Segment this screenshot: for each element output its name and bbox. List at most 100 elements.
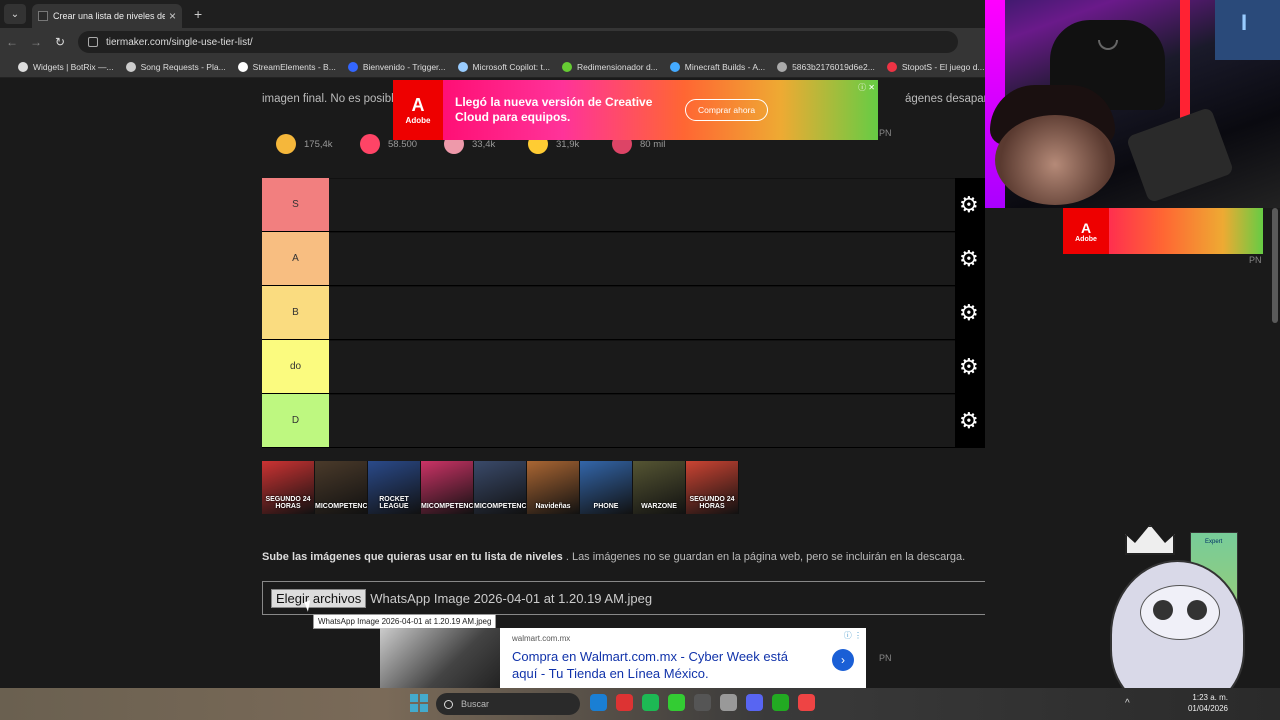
taskbar-app-icon[interactable] [616, 694, 633, 711]
tier-image-thumbnail[interactable]: SEGUNDO 24 HORAS [686, 461, 739, 514]
apps-grid-icon[interactable] [8, 60, 10, 74]
tab-search-button[interactable]: ⌄ [4, 4, 26, 24]
bookmark-favicon-icon [347, 61, 358, 72]
reaction-count: 31,9k [556, 138, 580, 150]
tier-dropzone[interactable] [329, 286, 955, 339]
thumbnail-caption: SEGUNDO 24 HORAS [265, 496, 311, 510]
gear-icon[interactable]: ⚙ [959, 409, 979, 432]
bookmark-label: StopotS - El juego d... [901, 61, 985, 72]
taskbar-app-icon[interactable] [746, 694, 763, 711]
bookmark-item[interactable]: 5863b2176019d6e2... [777, 61, 875, 72]
reaction-button[interactable]: 175,4k [276, 134, 360, 154]
tier-row: B⚙⌃⌄ [262, 286, 1009, 340]
pn-label-bottom: PN [879, 653, 892, 663]
ad-go-button[interactable]: › [832, 649, 854, 671]
gear-icon[interactable]: ⚙ [959, 355, 979, 378]
back-button[interactable]: ← [0, 35, 24, 49]
reload-button[interactable]: ↻ [48, 35, 72, 49]
bookmark-favicon-icon [457, 61, 468, 72]
ad-choices-icon[interactable]: ⓘ ✕ [858, 82, 875, 93]
tier-image-thumbnail[interactable]: SEGUNDO 24 HORAS [262, 461, 315, 514]
taskbar-app-icon[interactable] [668, 694, 685, 711]
bookmark-favicon-icon [125, 61, 136, 72]
crown-icon [1125, 525, 1175, 555]
bookmark-item[interactable]: Microsoft Copilot: t... [457, 61, 550, 72]
bookmark-favicon-icon [669, 61, 680, 72]
bookmark-item[interactable]: Redimensionador d... [561, 61, 658, 72]
taskbar-app-icon[interactable] [590, 694, 607, 711]
intro-text: imagen final. No es posible [262, 90, 400, 109]
tier-image-thumbnail[interactable]: MICOMPETENCIAS [315, 461, 368, 514]
tier-label[interactable]: do [262, 340, 329, 393]
clock[interactable]: 1:23 a. m. 01/04/2026 [1188, 692, 1228, 714]
bookmark-label: Redimensionador d... [576, 61, 658, 72]
tier-image-thumbnail[interactable]: ROCKET LEAGUE [368, 461, 421, 514]
taskbar-search[interactable]: Buscar [436, 693, 580, 715]
walmart-ad-banner[interactable]: walmart.com.mx Compra en Walmart.com.mx … [380, 628, 866, 688]
gear-icon[interactable]: ⚙ [959, 247, 979, 270]
tier-dropzone[interactable] [329, 178, 955, 231]
image-pool: SEGUNDO 24 HORAS MICOMPETENCIAS ROCKET LEA… [262, 461, 739, 514]
adobe-logo-icon: A Adobe [393, 80, 443, 140]
tier-label[interactable]: S [262, 178, 329, 231]
tier-label[interactable]: D [262, 394, 329, 447]
windows-start-icon[interactable] [410, 694, 428, 712]
bookmark-favicon-icon [237, 61, 248, 72]
bookmark-item[interactable]: StreamElements - B... [237, 61, 336, 72]
tier-image-thumbnail[interactable]: Navideñas [527, 461, 580, 514]
bookmarks-bar: Widgets | BotRix —... Song Requests - Pla… [0, 56, 985, 78]
ad-product-image [380, 628, 500, 688]
taskbar-app-icon[interactable] [642, 694, 659, 711]
tier-row: S⚙⌄ [262, 178, 1009, 232]
new-tab-button[interactable]: + [194, 6, 202, 22]
tier-dropzone[interactable] [329, 394, 955, 447]
ad-cta-button[interactable]: Comprar ahora [685, 99, 769, 121]
taskbar-app-icon[interactable] [720, 694, 737, 711]
taskbar-app-icon[interactable] [798, 694, 815, 711]
bookmark-label: 5863b2176019d6e2... [792, 61, 875, 72]
url-field[interactable]: tiermaker.com/single-use-tier-list/ [78, 31, 958, 53]
taskbar-app-icon[interactable] [772, 694, 789, 711]
tier-label[interactable]: B [262, 286, 329, 339]
adobe-side-ad[interactable]: A Adobe [1063, 208, 1263, 254]
choose-files-button[interactable]: Elegir archivos [271, 588, 367, 608]
site-info-icon[interactable] [88, 37, 98, 47]
gear-icon[interactable]: ⚙ [959, 301, 979, 324]
close-tab-icon[interactable]: × [169, 9, 176, 23]
tier-list: S⚙⌄A⚙⌃⌄B⚙⌃⌄do⚙⌃⌄D⚙⌃⌄ [262, 178, 1009, 448]
tier-image-thumbnail[interactable]: WARZONE [633, 461, 686, 514]
tier-row: D⚙⌃⌄ [262, 394, 1009, 448]
tier-image-thumbnail[interactable]: MICOMPETENCIAS [474, 461, 527, 514]
tier-image-thumbnail[interactable]: PHONE [580, 461, 633, 514]
adobe-ad-banner[interactable]: A Adobe Llegó la nueva versión de Creativ… [393, 80, 878, 140]
reaction-count: 175,4k [304, 138, 333, 150]
page-scrollbar[interactable] [1272, 208, 1278, 323]
thumbnail-caption: MICOMPETENCIAS [421, 503, 474, 510]
tab-strip: ⌄ Crear una lista de niveles de un × + [0, 0, 985, 28]
forward-button[interactable]: → [24, 35, 48, 49]
tiermaker-favicon-icon [38, 11, 48, 21]
thumbnail-caption: ROCKET LEAGUE [379, 496, 409, 510]
thumbnail-caption: WARZONE [641, 503, 677, 510]
bookmark-item[interactable]: Bienvenido - Trigger... [347, 61, 446, 72]
bookmark-item[interactable]: StopotS - El juego d... [886, 61, 985, 72]
ad-info-icon[interactable]: ⓘ ⋮ [844, 630, 862, 641]
tier-image-thumbnail[interactable]: MICOMPETENCIAS [421, 461, 474, 514]
bookmark-item[interactable]: Song Requests - Pla... [125, 61, 226, 72]
bookmark-favicon-icon [561, 61, 572, 72]
bookmark-label: StreamElements - B... [252, 61, 336, 72]
thumbnail-caption: PHONE [593, 503, 619, 510]
file-input[interactable]: Elegir archivos WhatsApp Image 2026-04-0… [262, 581, 1009, 615]
bookmark-label: Minecraft Builds - A... [684, 61, 766, 72]
taskbar-app-icon[interactable] [694, 694, 711, 711]
ad-headline: Llegó la nueva versión de Creative Cloud… [455, 95, 653, 124]
gear-icon[interactable]: ⚙ [959, 193, 979, 216]
tier-label[interactable]: A [262, 232, 329, 285]
bookmark-item[interactable]: Minecraft Builds - A... [669, 61, 766, 72]
tray-chevron-icon[interactable]: ^ [1125, 698, 1130, 709]
browser-tab[interactable]: Crear una lista de niveles de un × [32, 4, 182, 28]
tier-dropzone[interactable] [329, 340, 955, 393]
thumbnail-caption: MICOMPETENCIAS [474, 503, 527, 510]
tier-dropzone[interactable] [329, 232, 955, 285]
bookmark-item[interactable]: Widgets | BotRix —... [18, 61, 114, 72]
